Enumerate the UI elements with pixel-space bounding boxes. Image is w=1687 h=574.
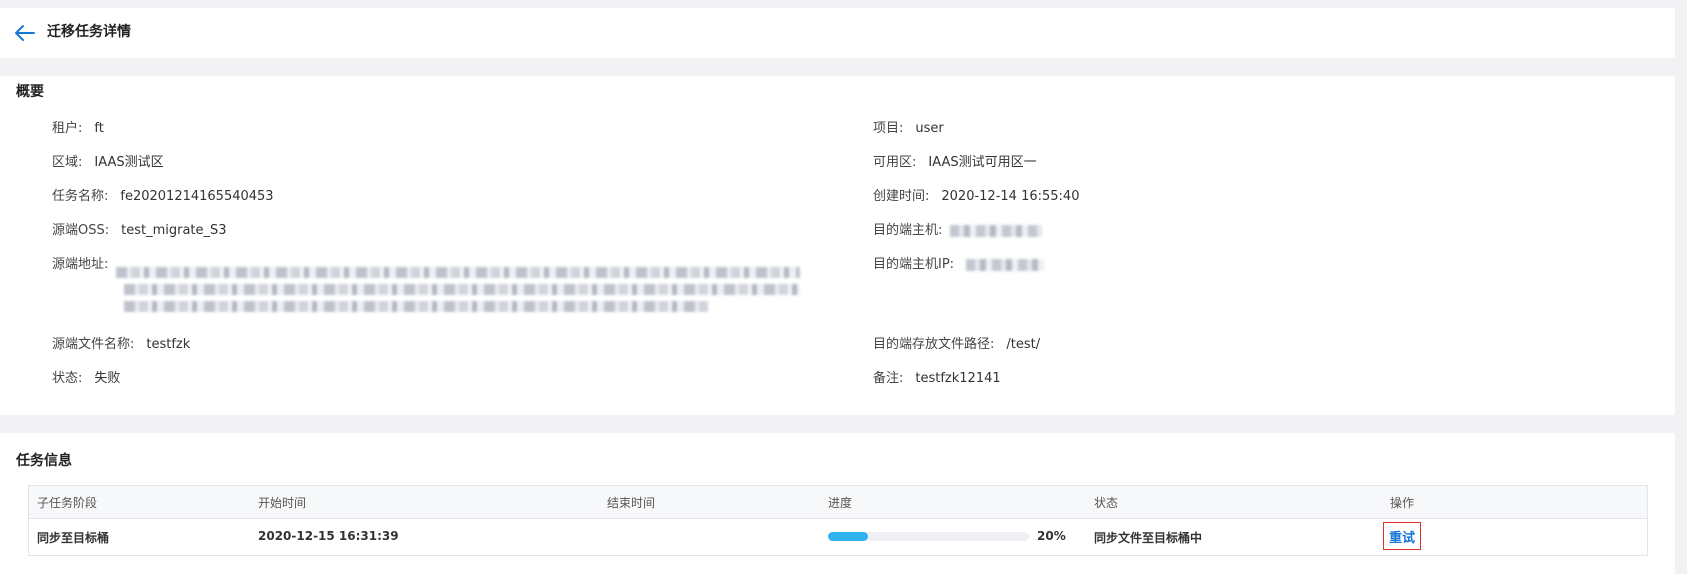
created-time-field: 创建时间: 2020-12-14 16:55:40 — [873, 188, 1079, 206]
status-field: 状态: 失败 — [52, 370, 120, 388]
progress-percent: 20% — [1037, 529, 1066, 543]
tenant-value: ft — [94, 121, 104, 136]
overview-title: 概要 — [16, 84, 44, 100]
overview-section: 概要 租户: ft 区域: IAAS测试区 任务名称: fe2020121416554… — [0, 76, 1675, 415]
source-oss-field: 源端OSS: test_migrate_S3 — [52, 222, 227, 240]
subtask-table: 子任务阶段 开始时间 结束时间 进度 状态 操作 同步至目标桶 2020-12-… — [28, 485, 1648, 556]
page-title: 迁移任务详情 — [47, 24, 131, 40]
region-field: 区域: IAAS测试区 — [52, 154, 164, 172]
availability-zone-field: 可用区: IAAS测试可用区一 — [873, 154, 1037, 172]
page-header: 迁移任务详情 — [0, 8, 1675, 58]
column-header-end-time: 结束时间 — [607, 496, 656, 510]
dest-path-label: 目的端存放文件路径: — [873, 337, 995, 352]
row-start-time: 2020-12-15 16:31:39 — [258, 529, 399, 543]
tenant-label: 租户: — [52, 121, 83, 136]
source-filename-field: 源端文件名称: testfzk — [52, 336, 190, 354]
table-header: 子任务阶段 开始时间 结束时间 进度 状态 操作 — [29, 486, 1647, 519]
task-name-field: 任务名称: fe20201214165540453 — [52, 188, 274, 206]
source-filename-value: testfzk — [146, 337, 191, 352]
remark-value: testfzk12141 — [915, 371, 1001, 386]
column-header-progress: 进度 — [828, 496, 853, 510]
dest-host-label: 目的端主机: — [873, 223, 943, 238]
row-stage: 同步至目标桶 — [37, 531, 110, 545]
created-time-value: 2020-12-14 16:55:40 — [941, 189, 1080, 204]
dest-host-ip-field: 目的端主机IP: — [873, 256, 1045, 274]
table-row: 同步至目标桶 2020-12-15 16:31:39 20% 同步文件至目标桶中… — [29, 519, 1647, 555]
retry-button[interactable]: 重试 — [1383, 522, 1421, 550]
status-value: 失败 — [94, 371, 121, 386]
availability-zone-label: 可用区: — [873, 155, 917, 170]
project-field: 项目: user — [873, 120, 944, 138]
source-address-label: 源端地址: — [52, 257, 109, 272]
source-oss-value: test_migrate_S3 — [121, 223, 227, 238]
dest-path-value: /test/ — [1006, 337, 1041, 352]
project-label: 项目: — [873, 121, 904, 136]
dest-host-ip-redacted — [966, 258, 1045, 271]
column-header-status: 状态 — [1094, 496, 1119, 510]
source-address-redacted — [116, 267, 800, 319]
arrow-left-icon[interactable] — [14, 23, 36, 43]
source-filename-label: 源端文件名称: — [52, 337, 135, 352]
created-time-label: 创建时间: — [873, 189, 930, 204]
column-header-start-time: 开始时间 — [258, 496, 307, 510]
region-label: 区域: — [52, 155, 83, 170]
project-value: user — [915, 121, 944, 136]
status-label: 状态: — [52, 371, 83, 386]
task-name-value: fe20201214165540453 — [120, 189, 274, 204]
remark-field: 备注: testfzk12141 — [873, 370, 1001, 388]
dest-host-ip-label: 目的端主机IP: — [873, 257, 955, 272]
column-header-action: 操作 — [1390, 496, 1415, 510]
task-info-section: 任务信息 子任务阶段 开始时间 结束时间 进度 状态 操作 同步至目标桶 202… — [0, 433, 1675, 574]
row-status: 同步文件至目标桶中 — [1094, 531, 1203, 545]
availability-zone-value: IAAS测试可用区一 — [928, 155, 1037, 170]
progress-bar — [828, 532, 1029, 541]
dest-host-field: 目的端主机: — [873, 222, 1043, 240]
source-address-field: 源端地址: — [52, 256, 108, 274]
region-value: IAAS测试区 — [94, 155, 164, 170]
task-info-title: 任务信息 — [16, 453, 72, 469]
column-header-stage: 子任务阶段 — [37, 496, 98, 510]
source-oss-label: 源端OSS: — [52, 223, 110, 238]
dest-host-redacted — [950, 224, 1043, 237]
remark-label: 备注: — [873, 371, 904, 386]
task-name-label: 任务名称: — [52, 189, 109, 204]
dest-path-field: 目的端存放文件路径: /test/ — [873, 336, 1040, 354]
tenant-field: 租户: ft — [52, 120, 104, 138]
progress-bar-fill — [828, 532, 869, 541]
